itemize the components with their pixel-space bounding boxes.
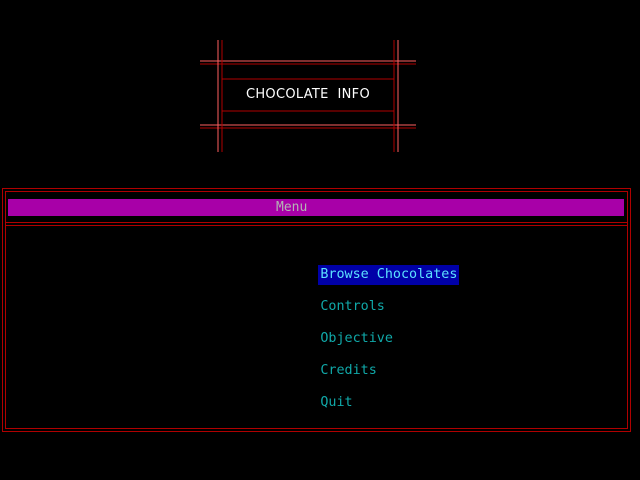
menu-list: Browse Chocolates Controls Objective Cre… [270,245,460,410]
app-title: CHOCOLATE INFO [245,87,370,102]
menu-item-label: Quit [320,395,353,410]
menu-item-browse-chocolates[interactable]: Browse Chocolates [270,245,460,285]
menu-item-quit[interactable]: Quit [270,373,459,410]
menu-header-bar: Menu [8,199,624,216]
menu-item-objective[interactable]: Objective [270,309,459,346]
menu-item-credits[interactable]: Credits [270,341,459,378]
title-frame: CHOCOLATE INFO [0,0,640,160]
title-frame-lines [200,40,416,152]
menu-header-label: Menu [276,200,308,215]
menu-panel: Menu Browse Chocolates Controls Objectiv… [2,188,632,433]
menu-item-controls[interactable]: Controls [270,277,459,314]
